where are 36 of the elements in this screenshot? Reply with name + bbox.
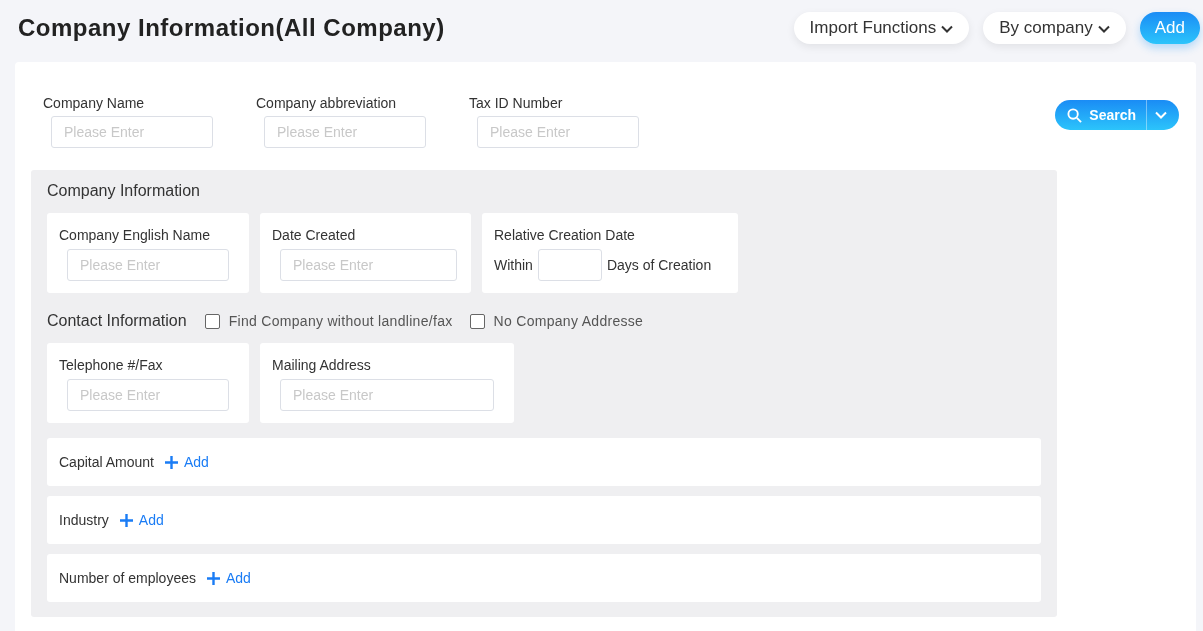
filter-label: Company Name [43, 95, 146, 111]
add-link[interactable]: Add [206, 570, 251, 586]
dropdown-button[interactable]: Import Functions [793, 12, 970, 44]
chevron-down-icon [941, 25, 954, 33]
filter-label: Company abbreviation [256, 95, 398, 111]
add-link[interactable]: Add [164, 454, 209, 470]
page-title: Company Information(All Company) [18, 14, 445, 42]
days-input[interactable] [537, 249, 602, 281]
plus-icon [206, 571, 220, 585]
checkbox[interactable] [469, 313, 485, 329]
section-title: Contact Information [47, 312, 187, 330]
add-link[interactable]: Add [119, 512, 164, 528]
filter-label: Tax ID Number [469, 95, 564, 111]
search-icon [1067, 107, 1083, 123]
add-button[interactable]: Add [1139, 12, 1200, 44]
within-label: Within [494, 257, 533, 273]
section-title: Company Information [47, 182, 201, 200]
field-label: Telephone #/Fax [59, 357, 164, 373]
chevron-down-icon [1097, 25, 1110, 33]
field-label: Company English Name [59, 227, 211, 243]
criteria-label: Capital Amount [59, 454, 154, 470]
search-button[interactable]: Search [1055, 100, 1179, 130]
search-label: Search [1089, 107, 1136, 123]
criteria-label: Industry [59, 512, 109, 528]
field-label: Relative Creation Date [494, 227, 636, 243]
field-label: Date Created [272, 227, 357, 243]
field-label: Mailing Address [272, 357, 372, 373]
plus-icon [119, 513, 133, 527]
plus-icon [164, 455, 178, 469]
days-label: Days of Creation [606, 257, 712, 273]
dropdown-button[interactable]: By company [983, 12, 1126, 44]
checkbox-label: No Company Addresse [493, 313, 644, 329]
criteria-label: Number of employees [59, 570, 196, 586]
chevron-down-icon[interactable] [1155, 111, 1167, 119]
checkbox[interactable] [204, 313, 220, 329]
checkbox-label: Find Company without landline/fax [228, 313, 453, 329]
